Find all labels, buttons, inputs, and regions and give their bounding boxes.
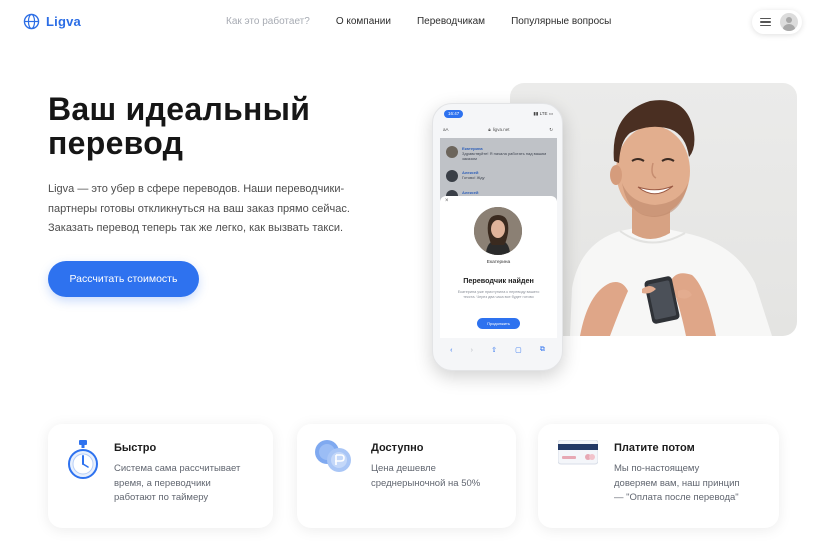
credit-card-icon xyxy=(558,440,598,465)
chat-name: Алексей xyxy=(462,190,479,195)
nav-translators[interactable]: Переводчикам xyxy=(417,16,485,27)
chat-preview: Готово! Жду xyxy=(462,175,485,180)
reload-icon: ↻ xyxy=(549,126,553,132)
hero-desc-line: Заказать перевод теперь так же легко, ка… xyxy=(48,222,344,234)
calculate-price-button[interactable]: Рассчитать стоимость xyxy=(48,261,199,297)
feature-text: Система сама рассчитывает время, а перев… xyxy=(114,462,240,506)
phone-mockup: 16:47 ▮▮ LTE ▭ aA 🔒︎ ligva.net ↻ Екатерин… xyxy=(432,103,563,371)
hero-desc-line: Ligva — это убер в сфере переводов. Наши… xyxy=(48,183,345,195)
close-icon[interactable]: × xyxy=(445,198,449,204)
translator-found-modal: × Екатерина Переводчик найден Екатерина … xyxy=(440,196,557,338)
feature-title: Быстро xyxy=(114,442,157,454)
hero-title-line1: Ваш идеальный xyxy=(48,91,311,127)
chat-item: Екатерина Здравствуйте! Я начала работать… xyxy=(446,146,554,161)
chat-avatar xyxy=(446,146,458,158)
hero-title: Ваш идеальный перевод xyxy=(48,92,378,160)
found-title: Переводчик найден xyxy=(463,276,534,285)
feature-title: Платите потом xyxy=(614,442,695,454)
feature-text-line: работают по таймеру xyxy=(114,492,209,503)
feature-text-line: доверяем вам, наш принцип xyxy=(614,477,740,489)
hamburger-icon xyxy=(760,18,771,26)
feature-text-line: время, а переводчики xyxy=(114,477,211,489)
chat-item: Алексей Готово! Жду xyxy=(446,170,554,182)
globe-icon xyxy=(23,13,40,30)
back-icon[interactable]: ‹ xyxy=(450,347,452,354)
site-header: Ligva Как это работает? О компании Перев… xyxy=(0,0,827,44)
translator-name: Екатерина xyxy=(486,260,511,265)
chat-preview: Здравствуйте! Я начала работать над ваши… xyxy=(462,151,547,161)
hero-description: Ligva — это убер в сфере переводов. Наши… xyxy=(48,180,393,239)
user-menu-button[interactable] xyxy=(752,10,802,34)
feature-text-line: Мы по-настоящему xyxy=(614,463,700,474)
safari-toolbar: ‹ › ⇧ ▢ ⧉ xyxy=(433,340,562,360)
coins-icon xyxy=(315,440,351,472)
share-icon[interactable]: ⇧ xyxy=(491,346,497,354)
feature-text-line: Цена дешевле xyxy=(371,463,436,474)
forward-icon[interactable]: › xyxy=(471,347,473,354)
feature-card-fast: Быстро Система сама рассчитывает время, … xyxy=(48,424,273,528)
chat-avatar xyxy=(446,170,458,182)
signal-icons: ▮▮ LTE ▭ xyxy=(533,111,553,116)
phone-status-bar: 16:47 ▮▮ LTE ▭ xyxy=(433,104,562,119)
stopwatch-icon xyxy=(68,440,98,479)
phone-address-bar: aA 🔒︎ ligva.net ↻ xyxy=(439,124,557,135)
text-size-icon: aA xyxy=(443,127,449,132)
main-nav: Как это работает? О компании Переводчика… xyxy=(226,16,637,27)
feature-text-line: — "Оплата после перевода" xyxy=(614,492,739,503)
hero-title-line2: перевод xyxy=(48,125,184,161)
user-avatar-icon xyxy=(780,13,798,31)
continue-button[interactable]: Продолжить xyxy=(477,318,520,329)
hero-desc-line: партнеры готовы откликнуться на ваш зака… xyxy=(48,202,350,215)
feature-text-line: Система сама рассчитывает xyxy=(114,463,241,474)
lock-icon: 🔒︎ xyxy=(488,127,491,132)
nav-faq[interactable]: Популярные вопросы xyxy=(511,16,611,27)
feature-title: Доступно xyxy=(371,442,424,454)
translator-avatar xyxy=(474,207,522,255)
bookmarks-icon[interactable]: ▢ xyxy=(515,346,522,354)
feature-text: Цена дешевле среднерыночной на 50% xyxy=(371,462,480,491)
tabs-icon[interactable]: ⧉ xyxy=(540,346,545,354)
found-description: Екатерина уже приступила к переводу ваше… xyxy=(457,290,540,299)
nav-about[interactable]: О компании xyxy=(336,16,391,27)
phone-url: ligva.net xyxy=(492,127,510,132)
feature-card-pay-later: Платите потом Мы по-настоящему доверяем … xyxy=(538,424,779,528)
feature-text-line: среднерыночной на 50% xyxy=(371,477,481,489)
brand-name: Ligva xyxy=(46,14,81,29)
nav-how-it-works[interactable]: Как это работает? xyxy=(226,16,310,27)
logo[interactable]: Ligva xyxy=(23,13,81,30)
phone-time: 16:47 xyxy=(444,110,464,118)
feature-card-affordable: Доступно Цена дешевле среднерыночной на … xyxy=(297,424,516,528)
feature-text: Мы по-настоящему доверяем вам, наш принц… xyxy=(614,462,740,506)
